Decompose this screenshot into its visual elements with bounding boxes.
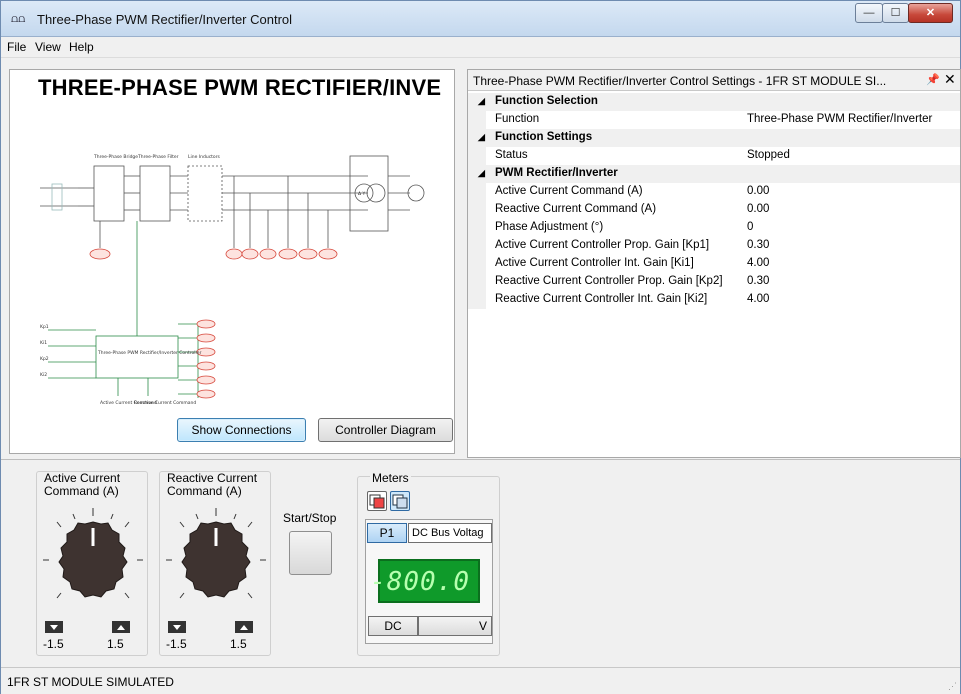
collapse-triangle-icon[interactable]: ◢ — [478, 132, 485, 143]
active-current-control: Active Current Command (A) -1.5 1.5 — [36, 471, 148, 656]
application-window: ⩍⩍ Three-Phase PWM Rectifier/Inverter Co… — [0, 0, 961, 694]
menu-file[interactable]: File — [7, 40, 26, 54]
inductors-label: Line Inductors — [188, 154, 221, 160]
knob-max-value: 1.5 — [107, 637, 124, 651]
meter-quantity-select[interactable]: DC Bus Voltag — [408, 523, 492, 543]
menu-bar: File View Help — [1, 37, 960, 58]
diagram-title: THREE-PHASE PWM RECTIFIER/INVE — [38, 75, 442, 100]
meters-label: Meters — [370, 471, 411, 485]
ki2-label: Ki2 — [40, 372, 47, 378]
menu-view[interactable]: View — [35, 40, 61, 54]
ki1-label: Ki1 — [40, 340, 47, 346]
property-row[interactable]: Status Stopped — [468, 147, 960, 165]
start-stop-button[interactable] — [289, 531, 332, 575]
settings-panel: Three-Phase PWM Rectifier/Inverter Contr… — [467, 69, 961, 458]
resize-grip-icon[interactable]: ⋰ — [948, 681, 957, 692]
close-button[interactable]: ✕ — [908, 3, 953, 23]
reactive-current-control: Reactive Current Command (A) -1.5 1.5 — [159, 471, 271, 656]
category-function-selection[interactable]: ◢ Function Selection — [468, 93, 960, 111]
collapse-triangle-icon[interactable]: ◢ — [478, 96, 485, 107]
meters-group: Meters P1 DC Bus Voltag -800.0 DC V — [357, 471, 500, 656]
meter-value: -800.0 — [370, 567, 470, 597]
active-current-label: Active Current Command (A) — [44, 471, 121, 498]
app-icon: ⩍⩍ — [11, 12, 26, 25]
reactive-cmd-label: Reactive Current Command — [134, 400, 196, 406]
active-current-knob[interactable] — [37, 504, 149, 616]
transformer-label: Δ Y — [358, 191, 366, 197]
pin-icon[interactable]: 📌 — [926, 73, 940, 86]
kp2-label: Kp2 — [40, 356, 49, 362]
property-row[interactable]: Phase Adjustment (°) 0 — [468, 219, 960, 237]
circuit-diagram: Three-Phase Bridge Three-Phase Filter Li… — [40, 154, 425, 406]
window-title: Three-Phase PWM Rectifier/Inverter Contr… — [37, 12, 293, 27]
title-bar[interactable]: ⩍⩍ Three-Phase PWM Rectifier/Inverter Co… — [1, 1, 960, 37]
status-bar: 1FR ST MODULE SIMULATED ⋰ — [1, 667, 960, 694]
diagram-panel: THREE-PHASE PWM RECTIFIER/INVE Three-Pha… — [9, 69, 455, 454]
increase-button[interactable] — [112, 621, 130, 633]
knob-min-value: -1.5 — [43, 637, 64, 651]
reactive-current-knob[interactable] — [160, 504, 272, 616]
status-text: 1FR ST MODULE SIMULATED — [7, 675, 174, 689]
menu-help[interactable]: Help — [69, 40, 94, 54]
category-function-settings[interactable]: ◢ Function Settings — [468, 129, 960, 147]
minimize-button[interactable]: — — [855, 3, 883, 23]
property-row[interactable]: Reactive Current Controller Prop. Gain [… — [468, 273, 960, 291]
filter-label: Three-Phase Filter — [137, 154, 179, 160]
decrease-button[interactable] — [168, 621, 186, 633]
property-row[interactable]: Active Current Controller Prop. Gain [Kp… — [468, 237, 960, 255]
settings-title: Three-Phase PWM Rectifier/Inverter Contr… — [473, 74, 887, 88]
meter-display: -800.0 — [370, 559, 480, 603]
start-stop-label: Start/Stop — [283, 511, 337, 525]
maximize-button[interactable]: ☐ — [882, 3, 909, 23]
show-connections-button[interactable]: Show Connections — [177, 418, 306, 442]
meter-unit-select[interactable]: V — [418, 616, 492, 636]
property-row[interactable]: Active Current Controller Int. Gain [Ki1… — [468, 255, 960, 273]
property-row[interactable]: Active Current Command (A) 0.00 — [468, 183, 960, 201]
control-area: Active Current Command (A) -1.5 1.5 Reac… — [1, 459, 960, 667]
increase-button[interactable] — [235, 621, 253, 633]
controller-diagram-button[interactable]: Controller Diagram — [318, 418, 453, 442]
knob-max-value: 1.5 — [230, 637, 247, 651]
property-row[interactable]: Reactive Current Controller Int. Gain [K… — [468, 291, 960, 309]
meter-mode-button[interactable]: DC — [368, 616, 418, 636]
knob-min-value: -1.5 — [166, 637, 187, 651]
add-meter-icon[interactable] — [367, 491, 387, 511]
category-pwm-rectifier-inverter[interactable]: ◢ PWM Rectifier/Inverter — [468, 165, 960, 183]
bridge-label: Three-Phase Bridge — [93, 154, 138, 160]
collapse-triangle-icon[interactable]: ◢ — [478, 168, 485, 179]
meter-tab-p1[interactable]: P1 — [367, 523, 407, 543]
decrease-button[interactable] — [45, 621, 63, 633]
property-row[interactable]: Reactive Current Command (A) 0.00 — [468, 201, 960, 219]
property-row[interactable]: Function Three-Phase PWM Rectifier/Inver… — [468, 111, 960, 129]
kp1-label: Kp1 — [40, 324, 49, 330]
close-panel-icon[interactable]: ✕ — [944, 71, 956, 88]
controller-label: Three-Phase PWM Rectifier/Inverter Contr… — [97, 350, 202, 356]
settings-header: Three-Phase PWM Rectifier/Inverter Contr… — [468, 70, 960, 91]
meter-p1: P1 DC Bus Voltag -800.0 DC V — [365, 519, 493, 644]
reactive-current-label: Reactive Current Command (A) — [167, 471, 258, 498]
copy-meter-icon[interactable] — [390, 491, 410, 511]
